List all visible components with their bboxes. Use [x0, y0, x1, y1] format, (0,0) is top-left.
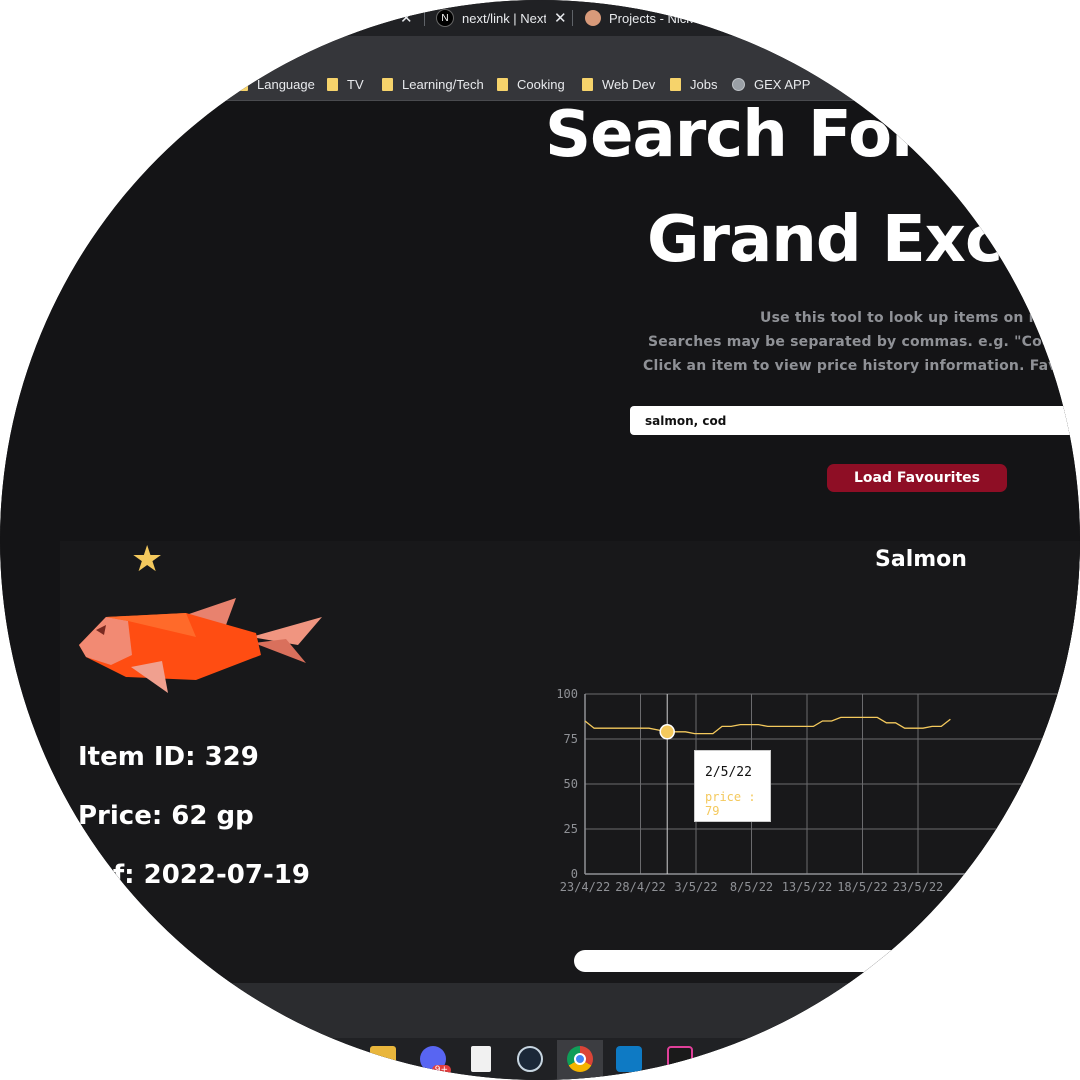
tab-close-button[interactable]: ✕ — [400, 4, 413, 32]
folder-icon — [327, 77, 338, 91]
search-input[interactable] — [630, 406, 1080, 435]
tab-divider — [572, 10, 573, 26]
tab-label: next/link | Next.js — [462, 10, 546, 26]
bookmark-label: Learning/Tech — [402, 76, 484, 92]
taskbar-strip — [0, 983, 1080, 1038]
folder-icon — [670, 77, 681, 91]
bookmark-jobs[interactable]: Jobs — [670, 75, 717, 93]
bookmark-gex-app[interactable]: GEX APP — [732, 75, 810, 93]
folder-icon — [497, 77, 508, 91]
x-tick-label: 13/5/22 — [782, 880, 833, 894]
salmon-item-image — [79, 598, 322, 693]
screen-viewport: ✕ N next/link | Next.js ✕ Projects - Nic… — [0, 0, 1080, 1080]
chrome-icon[interactable] — [567, 1046, 593, 1072]
y-tick-label: 75 — [564, 732, 578, 746]
bookmark-learning-tech[interactable]: Learning/Tech — [382, 75, 484, 93]
load-favourites-button[interactable]: Load Favourites — [827, 464, 1007, 492]
star-icon[interactable]: ★ — [131, 540, 163, 580]
y-tick-label: 50 — [564, 777, 578, 791]
series-line — [584, 716, 951, 735]
tooltip-price: price : 79 — [705, 790, 756, 818]
description-line-2: Searches may be separated by commas. e.g… — [648, 334, 1080, 350]
folder-icon — [237, 77, 248, 91]
tab-nextjs[interactable]: N next/link | Next.js ✕ — [436, 4, 567, 32]
bookmarks-bar: Language TV Learning/Tech Cooking Web De… — [0, 68, 1080, 101]
item-asof-text: of: 2022-07-19 — [95, 860, 310, 890]
folder-icon — [582, 77, 593, 91]
bookmark-web-dev[interactable]: Web Dev — [582, 75, 655, 93]
discord-icon[interactable]: 9+ — [420, 1046, 451, 1075]
y-tick-label: 100 — [556, 687, 578, 701]
file-icon[interactable] — [471, 1046, 491, 1072]
terminal-icon[interactable] — [667, 1046, 693, 1072]
bookmark-label: Cooking — [517, 76, 565, 92]
bookmark-label: Web Dev — [602, 76, 656, 92]
page-title-line-2: Grand Exch — [647, 203, 1047, 277]
chart-tooltip: 2/5/22 price : 79 — [694, 750, 771, 822]
globe-icon — [732, 77, 745, 91]
tab-label: Projects - Nick — [609, 10, 693, 26]
x-tick-label: 18/5/22 — [837, 880, 888, 894]
notification-badge: 9+ — [431, 1065, 451, 1075]
horizontal-scrollbar[interactable] — [574, 950, 1080, 972]
price-history-chart[interactable]: 0 25 50 75 100 23/4/22 28/4/22 3/5/22 8/5/22 13/5… — [540, 680, 1080, 900]
browser-tab-strip: ✕ N next/link | Next.js ✕ Projects - Nic… — [0, 0, 1080, 36]
nextjs-icon: N — [436, 9, 454, 27]
tab-projects[interactable]: Projects - Nick — [585, 4, 699, 32]
folder-icon — [382, 77, 393, 91]
description-line-3: Click an item to view price history info… — [643, 358, 1080, 374]
x-tick-label: 28/4/22 — [615, 880, 666, 894]
profile-icon — [585, 10, 601, 26]
y-tick-label: 25 — [564, 822, 578, 836]
bookmark-cooking[interactable]: Cooking — [497, 75, 565, 93]
bookmark-label: TV — [347, 76, 364, 92]
folder-icon[interactable] — [370, 1046, 396, 1072]
steam-icon[interactable] — [517, 1046, 543, 1072]
item-name: Salmon — [875, 547, 967, 572]
browser-toolbar — [0, 36, 1080, 68]
item-price-text: Price: 62 gp — [78, 801, 254, 831]
x-tick-label: 23/5/22 — [893, 880, 944, 894]
vscode-icon[interactable] — [616, 1046, 642, 1072]
tab-close-button[interactable]: ✕ — [554, 9, 567, 27]
bookmark-language[interactable]: Language — [237, 75, 315, 93]
active-data-point — [659, 724, 675, 740]
x-tick-label: 8/5/22 — [730, 880, 773, 894]
item-id-text: Item ID: 329 — [78, 742, 259, 772]
bookmark-tv[interactable]: TV — [327, 75, 364, 93]
bookmark-label: Language — [257, 76, 315, 92]
bookmark-label: Jobs — [690, 76, 718, 92]
page-title-line-1: Search For I — [545, 98, 967, 172]
bookmark-label: GEX APP — [754, 76, 811, 92]
x-tick-label: 3/5/22 — [674, 880, 717, 894]
y-tick-label: 0 — [571, 867, 578, 881]
description-line-1: Use this tool to look up items on runes — [760, 310, 1075, 326]
x-tick-label: 23/4/22 — [560, 880, 611, 894]
tab-divider — [424, 10, 425, 26]
tooltip-date: 2/5/22 — [705, 765, 752, 780]
